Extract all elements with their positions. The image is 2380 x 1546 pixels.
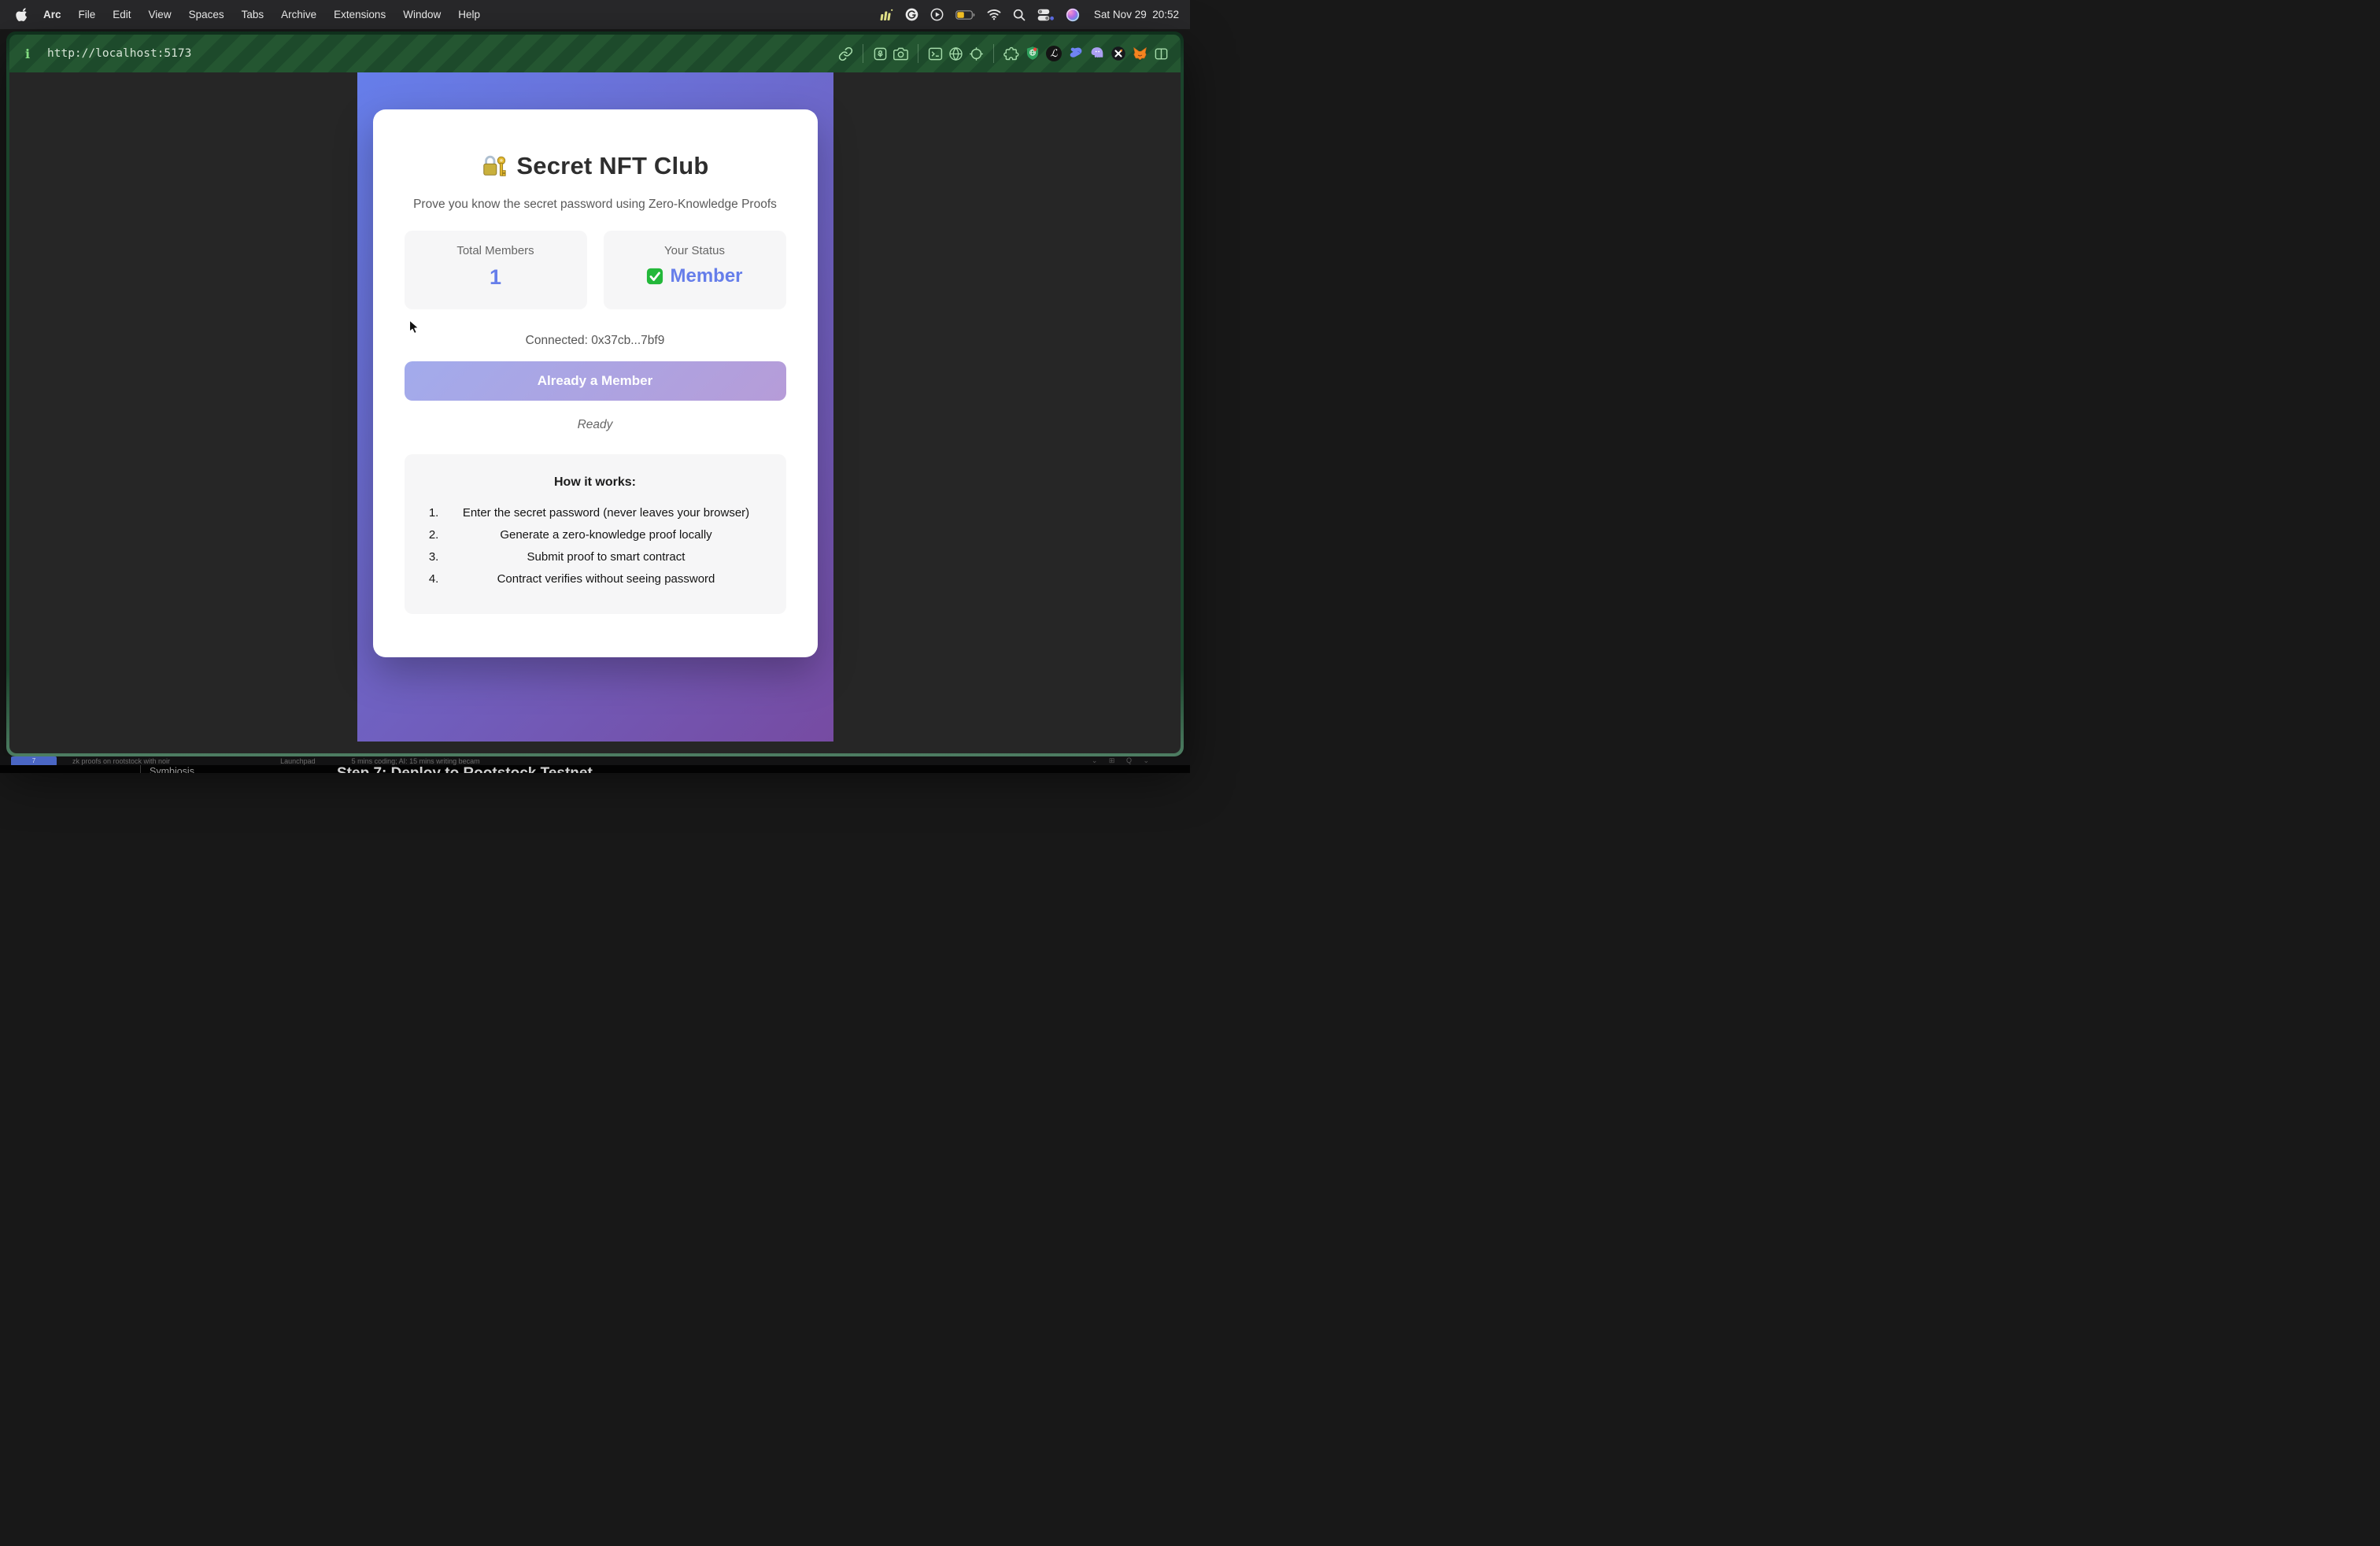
- address-url[interactable]: http://localhost:5173: [47, 47, 191, 60]
- step-4: Contract verifies without seeing passwor…: [442, 572, 771, 586]
- stocks-icon[interactable]: [880, 9, 893, 21]
- stats-row: Total Members 1 Your Status Member: [405, 231, 786, 309]
- toolbar-divider: [993, 44, 994, 63]
- background-divider: [140, 765, 141, 773]
- your-status-value: Member: [670, 265, 742, 287]
- step-1: Enter the secret password (never leaves …: [442, 506, 771, 520]
- check-mark-emoji-icon: [646, 268, 663, 285]
- split-view-icon[interactable]: [1154, 46, 1169, 61]
- menu-item-extensions[interactable]: Extensions: [325, 9, 394, 20]
- step-2: Generate a zero-knowledge proof locally: [442, 528, 771, 542]
- step-3: Submit proof to smart contract: [442, 550, 771, 564]
- grammarly-icon[interactable]: [905, 8, 918, 21]
- background-tab-label: Symbiosis: [150, 766, 194, 773]
- camera-capture-icon[interactable]: [893, 46, 908, 61]
- menu-bar-left: Arc File Edit View Spaces Tabs Archive E…: [11, 8, 489, 21]
- browser-toolbar: i http://localhost:5173: [9, 35, 1181, 72]
- spotlight-icon[interactable]: [1013, 9, 1026, 21]
- connected-address: Connected: 0x37cb...7bf9: [405, 334, 786, 348]
- control-center-icon[interactable]: [1037, 9, 1054, 21]
- menu-item-view[interactable]: View: [140, 9, 180, 20]
- how-it-works-title: How it works:: [420, 475, 771, 490]
- background-document-strip: Symbiosis Step 7: Deploy to Rootstock Te…: [0, 765, 1190, 773]
- menu-clock[interactable]: Sat Nov 29 20:52: [1094, 9, 1179, 20]
- background-terminal-strip: 7 zk proofs on rootstock with noir Launc…: [0, 756, 1190, 765]
- apple-icon: [16, 8, 27, 21]
- battery-icon[interactable]: [955, 10, 975, 20]
- how-it-works-steps: Enter the secret password (never leaves …: [420, 506, 771, 586]
- playback-icon[interactable]: [930, 8, 944, 21]
- secret-nft-club-card: Secret NFT Club Prove you know the secre…: [373, 109, 818, 657]
- menu-app-name[interactable]: Arc: [35, 9, 70, 20]
- toolbar-actions: ℒ: [838, 44, 1169, 63]
- already-a-member-button[interactable]: Already a Member: [405, 361, 786, 401]
- total-members-box: Total Members 1: [405, 231, 587, 309]
- globe-icon[interactable]: [948, 46, 963, 61]
- status-text: Ready: [405, 418, 786, 432]
- menu-item-tabs[interactable]: Tabs: [233, 9, 273, 20]
- page-title: Secret NFT Club: [405, 152, 786, 180]
- menu-item-edit[interactable]: Edit: [104, 9, 139, 20]
- extensions-puzzle-icon[interactable]: [1003, 46, 1019, 61]
- your-status-box: Your Status Member: [604, 231, 786, 309]
- total-members-label: Total Members: [405, 244, 587, 257]
- your-status-label: Your Status: [604, 244, 786, 257]
- total-members-value: 1: [405, 265, 587, 290]
- rabby-wallet-icon[interactable]: [1067, 46, 1084, 61]
- how-it-works-box: How it works: Enter the secret password …: [405, 454, 786, 614]
- dev-terminal-icon[interactable]: [928, 46, 943, 61]
- menu-item-file[interactable]: File: [70, 9, 105, 20]
- page-viewport: Secret NFT Club Prove you know the secre…: [9, 72, 1181, 753]
- mouse-cursor: [408, 320, 420, 335]
- siri-icon[interactable]: [1066, 8, 1080, 22]
- member-status: Member: [604, 265, 786, 287]
- menu-item-spaces[interactable]: Spaces: [180, 9, 233, 20]
- okx-wallet-icon[interactable]: [1111, 46, 1126, 61]
- menu-item-help[interactable]: Help: [449, 9, 489, 20]
- site-info-icon[interactable]: i: [21, 46, 34, 61]
- background-strip-text-right: 5 mins coding; AI: 15 mins writing becam: [352, 757, 480, 765]
- background-doc-heading: Step 7: Deploy to Rootstock Testnet: [337, 765, 593, 773]
- loom-extension-icon[interactable]: ℒ: [1046, 46, 1062, 61]
- menu-bar: Arc File Edit View Spaces Tabs Archive E…: [0, 0, 1190, 29]
- browser-window: i http://localhost:5173: [6, 31, 1184, 756]
- menu-item-archive[interactable]: Archive: [272, 9, 325, 20]
- background-strip-text-left: zk proofs on rootstock with noir: [72, 757, 170, 765]
- menu-item-window[interactable]: Window: [394, 9, 449, 20]
- background-strip-text-far-right: ⌄ ⊞ Q ⌄: [1092, 756, 1154, 765]
- library-icon[interactable]: [873, 46, 888, 61]
- background-strip-text-mid: Launchpad: [280, 757, 316, 765]
- phantom-wallet-icon[interactable]: [1089, 46, 1105, 61]
- page-subtitle: Prove you know the secret password using…: [405, 198, 786, 212]
- lock-with-key-emoji-icon: [481, 153, 508, 179]
- wifi-icon[interactable]: [987, 9, 1001, 20]
- menu-bar-status: Sat Nov 29 20:52: [880, 8, 1179, 22]
- shield-globe-extension-icon[interactable]: [1025, 46, 1040, 61]
- page-gradient-background: Secret NFT Club Prove you know the secre…: [357, 72, 833, 742]
- copy-link-icon[interactable]: [838, 46, 853, 61]
- page-title-text: Secret NFT Club: [516, 152, 708, 180]
- screen: { "menu_bar": { "app_name": "Arc", "item…: [0, 0, 1190, 773]
- background-blue-badge: 7: [11, 756, 57, 765]
- metamask-icon[interactable]: [1132, 46, 1148, 61]
- element-picker-target-icon[interactable]: [969, 46, 984, 61]
- apple-menu[interactable]: [11, 8, 35, 21]
